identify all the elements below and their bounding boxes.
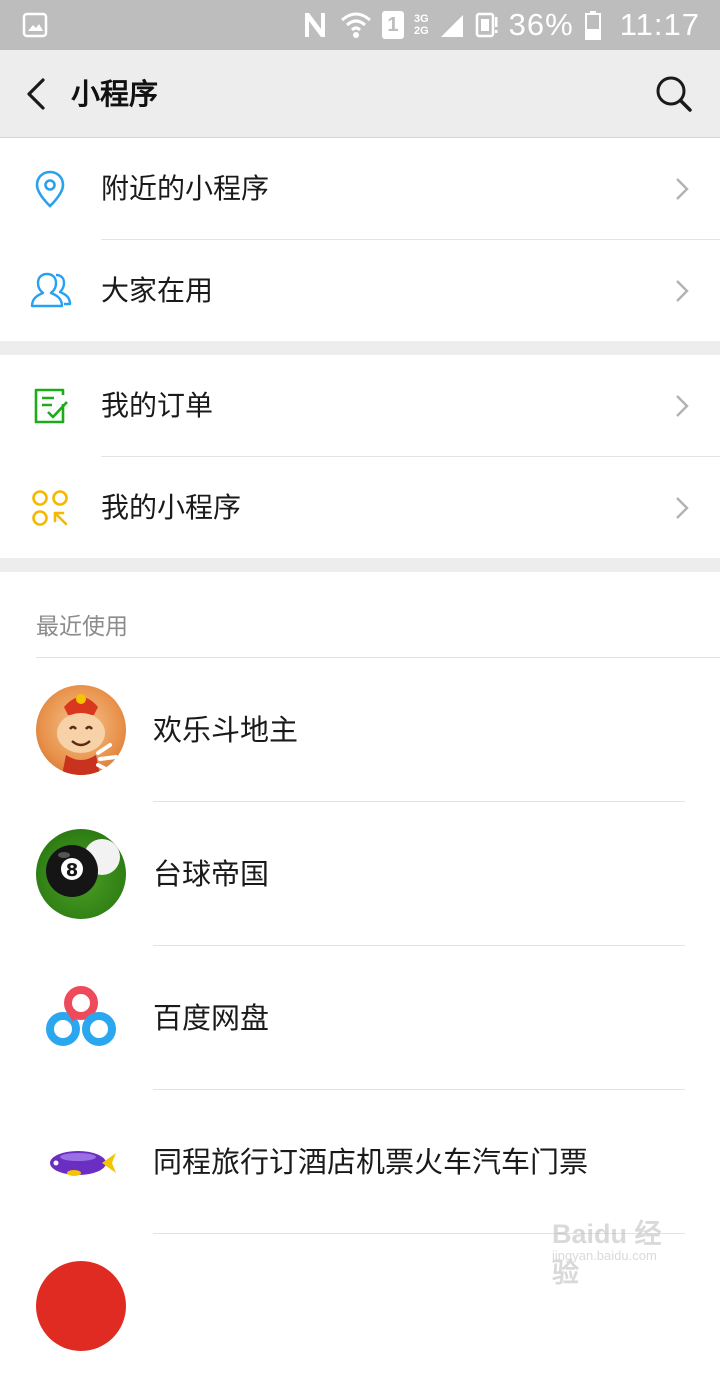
doudizhu-avatar (36, 685, 126, 775)
menu-group-mine: 我的订单 我的小程序 (0, 355, 720, 558)
network-type: 3G 2G (414, 13, 429, 37)
recent-item-label: 同程旅行订酒店机票火车汽车门票 (153, 1145, 589, 1179)
page-title: 小程序 (71, 77, 159, 111)
baidu-jingyan-watermark: Baidu 经验 jingyan.baidu.com (552, 1212, 682, 1288)
clock: 11:17 (619, 7, 700, 42)
recent-item-label: 欢乐斗地主 (153, 713, 299, 747)
wifi-icon (341, 12, 371, 38)
menu-item-label: 大家在用 (101, 274, 214, 307)
data-saver-icon (475, 12, 498, 38)
recent-item-billiards[interactable]: 8 台球帝国 (0, 802, 720, 946)
battery-icon (584, 11, 601, 40)
my-apps-icon (32, 490, 68, 526)
section-title-recent: 最近使用 (36, 614, 128, 640)
chevron-right-icon (676, 395, 689, 417)
tongcheng-blimp-logo (36, 1117, 126, 1207)
red-avatar (36, 1261, 126, 1351)
svg-text:8: 8 (66, 860, 79, 881)
battery-percent: 36% (508, 7, 574, 42)
menu-item-label: 我的小程序 (101, 491, 242, 524)
location-pin-icon (35, 170, 65, 208)
recent-item-baidu-netdisk[interactable]: 百度网盘 (0, 946, 720, 1090)
nav-header: 小程序 (0, 50, 720, 138)
sim-icon: 1 (381, 11, 404, 39)
order-checklist-icon (34, 388, 68, 424)
network-up: 3G (413, 13, 429, 25)
section-gap (0, 341, 720, 355)
search-icon[interactable] (654, 74, 694, 114)
chevron-right-icon (676, 280, 689, 302)
chevron-right-icon (676, 497, 689, 519)
network-down: 2G (413, 25, 429, 37)
back-icon[interactable] (16, 72, 56, 116)
menu-item-popular[interactable]: 大家在用 (0, 240, 720, 342)
chevron-right-icon (676, 178, 689, 200)
recent-item-label: 百度网盘 (153, 1001, 270, 1035)
gallery-icon (22, 12, 48, 38)
nfc-icon (304, 13, 325, 37)
menu-item-my-mini-programs[interactable]: 我的小程序 (0, 457, 720, 559)
billiards-avatar: 8 (36, 829, 126, 919)
section-gap (0, 558, 720, 572)
menu-item-label: 我的订单 (101, 389, 214, 422)
sim-label: 1 (387, 14, 399, 36)
recent-item-label: 台球帝国 (153, 857, 270, 891)
menu-item-label: 附近的小程序 (101, 172, 270, 205)
menu-item-my-orders[interactable]: 我的订单 (0, 355, 720, 457)
recent-item-doudizhu[interactable]: 欢乐斗地主 (0, 658, 720, 802)
menu-item-nearby[interactable]: 附近的小程序 (0, 138, 720, 240)
baidu-netdisk-logo (36, 973, 126, 1063)
watermark-sub: jingyan.baidu.com (552, 1248, 657, 1263)
signal-icon (440, 15, 463, 37)
people-icon (30, 272, 72, 308)
menu-group-discover: 附近的小程序 大家在用 (0, 138, 720, 341)
status-bar: 1 3G 2G 36% 11:17 (0, 0, 720, 50)
